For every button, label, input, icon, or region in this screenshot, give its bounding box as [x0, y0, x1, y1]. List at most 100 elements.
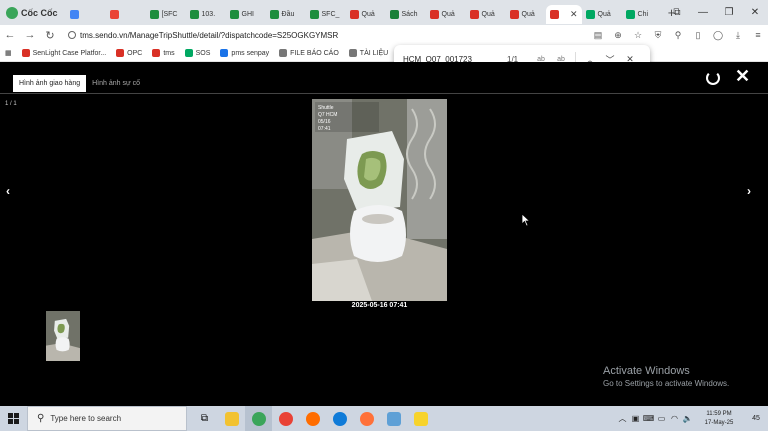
photo-stamp-line: Shuttle [318, 105, 334, 111]
bookmark-item[interactable]: tms [147, 49, 179, 57]
photo-thumbnail[interactable] [46, 311, 80, 361]
browser-tab[interactable]: Sách [386, 5, 426, 24]
reload-button[interactable]: ↻ [40, 29, 60, 42]
bookmark-list: SenLight Case Platfor... OPC tms SOS pms sen… [17, 49, 436, 57]
tab-label: Chi [637, 11, 649, 18]
bookmark-item[interactable]: OPC [111, 49, 147, 57]
browser-brand-label: Cốc Cốc [21, 7, 58, 18]
keyboard-icon[interactable]: ⌨ [642, 414, 655, 423]
site-info-icon[interactable] [68, 31, 76, 39]
photo-stamp-line: Q7 HCM [318, 112, 337, 118]
tab-delivery-images[interactable]: Hình ảnh giao hàng [13, 75, 87, 92]
bookmark-item[interactable]: SenLight Case Platfor... [17, 49, 112, 57]
browser-tab[interactable]: SFC_ [306, 5, 346, 24]
tab-label: [SFC [161, 11, 178, 18]
tab-search-icon[interactable]: ⧉ [664, 7, 690, 18]
bookmark-favicon-icon [348, 49, 357, 57]
url-field[interactable]: tms.sendo.vn/ManageTripShuttle/detail/?d… [68, 31, 338, 40]
minimize-button[interactable]: — [690, 7, 716, 18]
bookmark-label: SOS [195, 49, 211, 57]
battery-icon[interactable]: ▭ [655, 414, 668, 423]
bookmark-item[interactable]: pms senpay [215, 49, 274, 57]
maximize-button[interactable]: ❐ [716, 7, 742, 18]
edge-taskbar-button[interactable] [326, 406, 353, 431]
next-arrow-icon[interactable]: › [747, 184, 751, 198]
tab-close-icon[interactable]: ✕ [570, 9, 578, 20]
window-controls: ⧉ — ❐ ✕ [664, 0, 768, 25]
file-explorer-button[interactable] [218, 406, 245, 431]
bookmark-label: OPC [127, 49, 143, 57]
tab-incident-images[interactable]: Hình ảnh sự cố [86, 75, 146, 92]
reader-mode-icon[interactable]: ▤ [588, 30, 608, 41]
notes-taskbar-button[interactable] [380, 406, 407, 431]
taskbar-search[interactable]: ⚲ Type here to search [27, 406, 187, 431]
tab-label: Đầu [281, 11, 295, 18]
tab-label: Quả [361, 11, 375, 18]
bookmark-item[interactable]: FILE BÁO CÁO [274, 49, 344, 57]
apps-grid-icon[interactable]: ▦ [0, 49, 17, 57]
tab-label: Quả [441, 11, 455, 18]
tab-favicon-icon [469, 10, 479, 19]
rotate-icon[interactable] [706, 71, 720, 85]
browser-tab[interactable] [106, 5, 146, 24]
sticky-notes-taskbar-button[interactable] [407, 406, 434, 431]
coccoc-taskbar-button[interactable] [245, 406, 272, 431]
clock-time: 11:59 PM [706, 410, 732, 417]
back-button[interactable]: ← [0, 29, 20, 41]
browser-tab[interactable]: Quả [506, 5, 546, 24]
bookmark-favicon-icon [220, 49, 229, 57]
delivery-photo[interactable]: Shuttle Q7 HCM 05/16 07:41 [312, 99, 447, 301]
notification-center-button[interactable]: 45 [744, 415, 768, 422]
browser-tab[interactable]: Quả [346, 5, 386, 24]
bookmark-label: pms senpay [231, 49, 270, 57]
bookmark-favicon-icon [184, 49, 193, 57]
extensions-icon[interactable]: ⚲ [668, 30, 688, 41]
sidebar-icon[interactable]: ▯ [688, 30, 708, 41]
edge-icon [332, 411, 347, 426]
system-tray: ︿ ▣ ⌨ ▭ ◠ 🔈 11:59 PM 17-May-25 45 [616, 406, 768, 431]
browser-tab[interactable]: [SFC [146, 5, 186, 24]
tab-favicon-icon [549, 10, 559, 19]
firefox-taskbar-button[interactable] [353, 406, 380, 431]
browser-tab[interactable]: ✕ [545, 5, 582, 24]
taskbar-clock[interactable]: 11:59 PM 17-May-25 [694, 410, 744, 428]
shield-icon[interactable]: ⛨ [648, 30, 668, 41]
tray-app-icon[interactable]: ▣ [629, 414, 642, 423]
bookmark-label: TÀI LIỆU [359, 49, 389, 57]
app-taskbar-button[interactable] [299, 406, 326, 431]
menu-icon[interactable]: ≡ [748, 30, 768, 40]
volume-icon[interactable]: 🔈 [681, 414, 694, 423]
start-button[interactable] [0, 406, 27, 431]
activate-windows-title: Activate Windows [603, 365, 690, 377]
close-viewer-icon[interactable]: ✕ [735, 66, 750, 87]
previous-arrow-icon[interactable]: ‹ [6, 184, 10, 198]
browser-brand[interactable]: Cốc Cốc [0, 0, 66, 25]
forward-button[interactable]: → [20, 29, 40, 41]
profile-icon[interactable]: ◯ [708, 30, 728, 41]
viewer-tabs: Hình ảnh giao hàng Hình ảnh sự cố [13, 75, 146, 92]
browser-tab[interactable]: GHI [226, 5, 266, 24]
bookmark-item[interactable]: TÀI LIỆU [344, 49, 393, 57]
notification-count: 45 [752, 415, 760, 422]
sticky-notes-icon [413, 411, 428, 426]
toolbar-icons: ▤ ⊕ ☆ ⛨ ⚲ ▯ ◯ ⤓ ≡ [588, 25, 768, 45]
browser-tab[interactable]: Quả [426, 5, 466, 24]
task-view-button[interactable]: ⧉ [191, 406, 218, 431]
browser-tab[interactable]: Quả [582, 5, 622, 24]
close-window-button[interactable]: ✕ [742, 7, 768, 18]
chrome-taskbar-button[interactable] [272, 406, 299, 431]
wifi-icon[interactable]: ◠ [668, 414, 681, 423]
bookmark-star-icon[interactable]: ☆ [628, 30, 648, 41]
bookmark-favicon-icon [279, 49, 288, 57]
tray-chevron-icon[interactable]: ︿ [616, 413, 629, 424]
browser-tab[interactable] [66, 5, 106, 24]
bookmark-item[interactable]: SOS [180, 49, 216, 57]
downloads-icon[interactable]: ⤓ [728, 30, 748, 41]
browser-tab[interactable]: Đầu [266, 5, 306, 24]
photo-stamp-line: 07:41 [318, 126, 331, 132]
tab-favicon-icon [389, 10, 399, 19]
browser-tab[interactable]: Chi [622, 5, 662, 24]
zoom-icon[interactable]: ⊕ [608, 30, 628, 41]
browser-tab[interactable]: Quả [466, 5, 506, 24]
browser-tab[interactable]: 103. [186, 5, 226, 24]
